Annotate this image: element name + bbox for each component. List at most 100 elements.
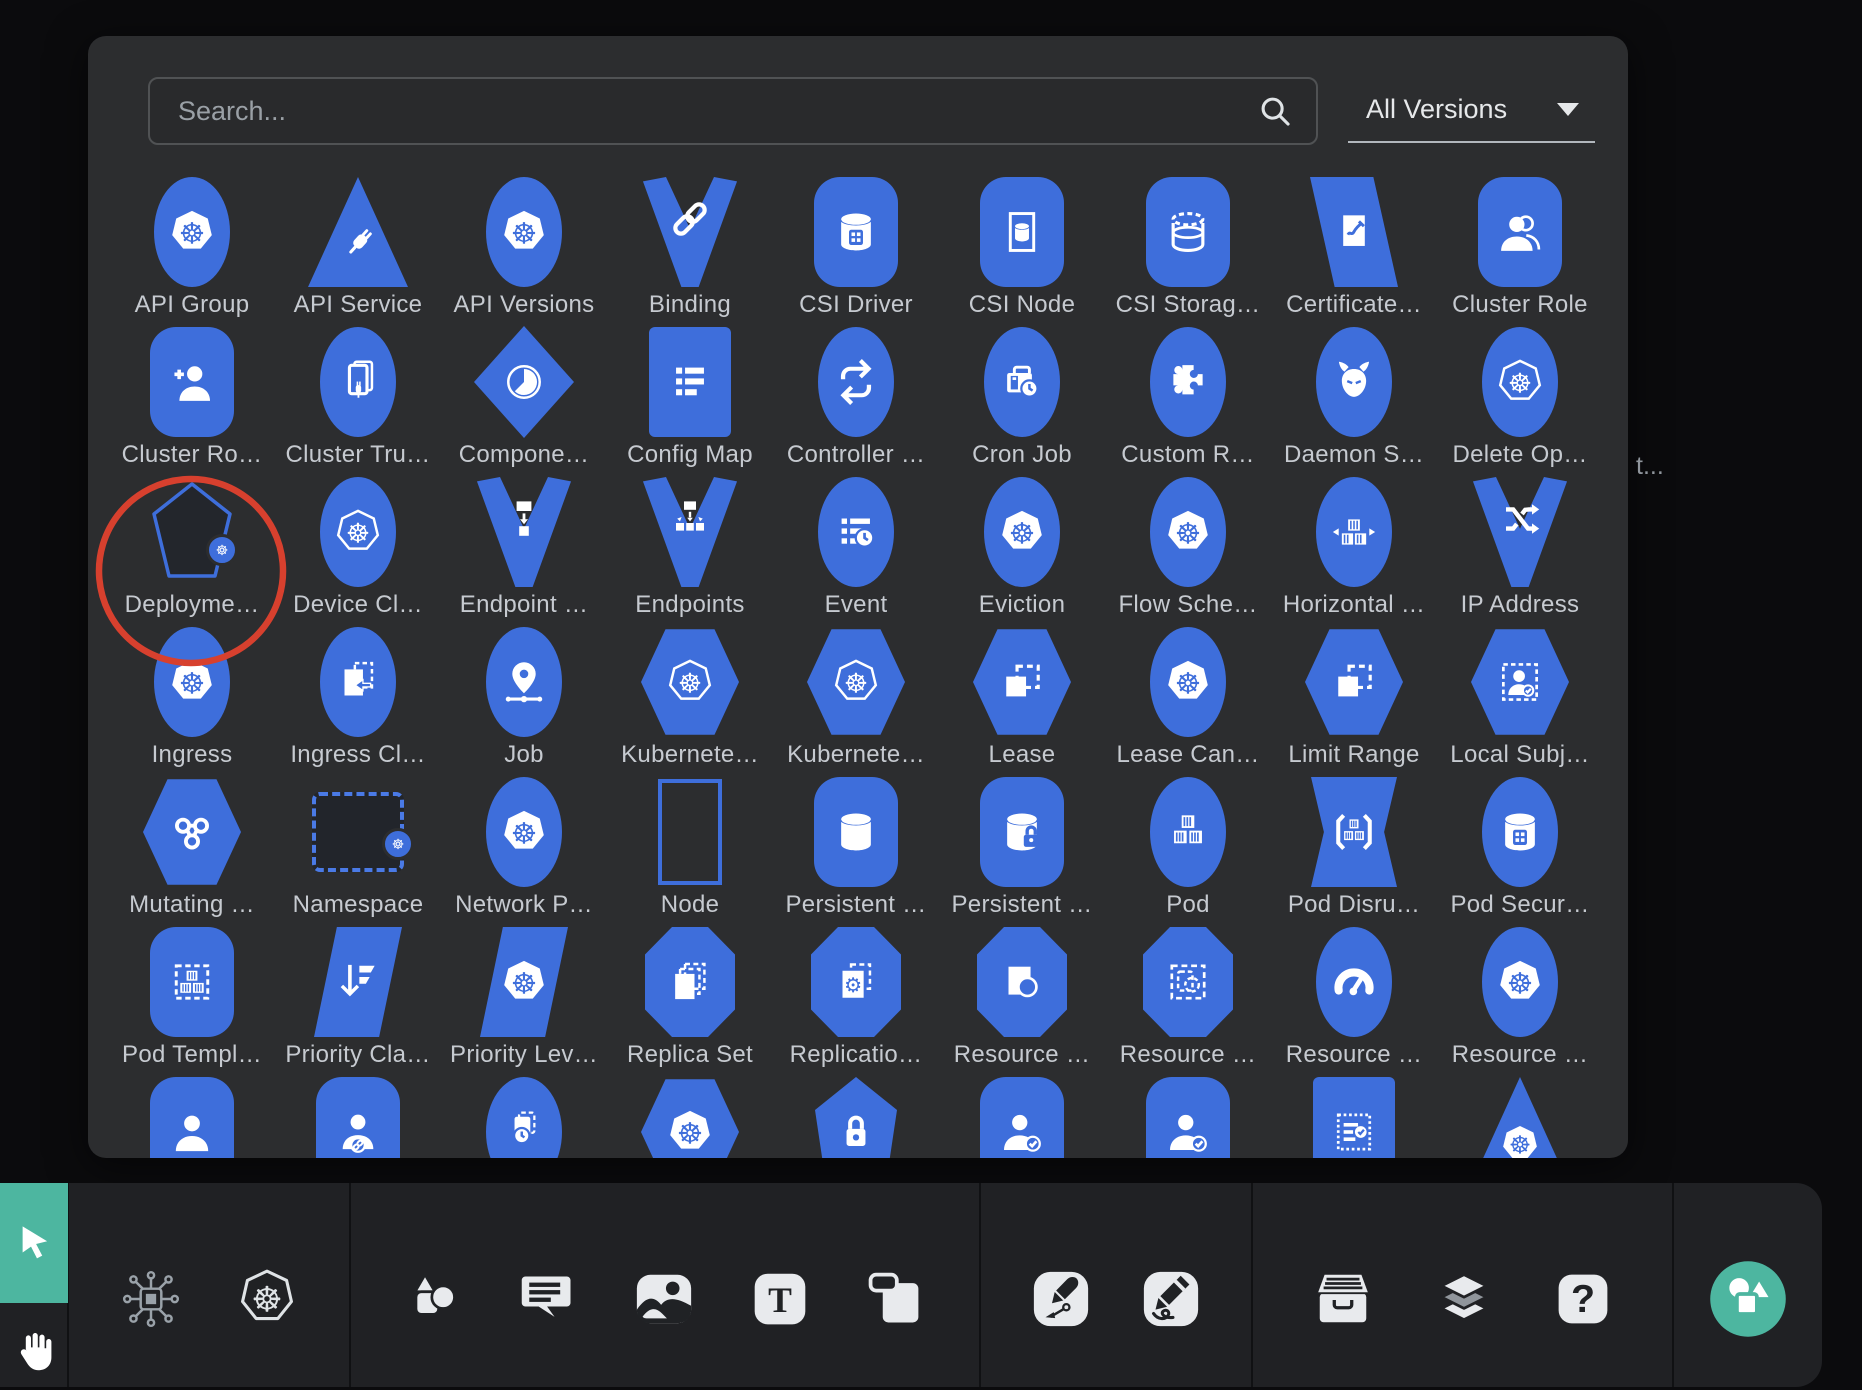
- library-item[interactable]: [441, 1076, 607, 1158]
- layers-button[interactable]: [1434, 1269, 1494, 1329]
- library-item[interactable]: [109, 1076, 275, 1158]
- eviction-item[interactable]: ☸Eviction: [939, 476, 1105, 626]
- wheelHept-icon: ☸: [474, 776, 574, 888]
- resource-item[interactable]: Resource …: [1105, 926, 1271, 1076]
- library-item[interactable]: [939, 1076, 1105, 1158]
- kubernetes-library-tool[interactable]: ☸: [234, 1266, 300, 1332]
- api-group-item[interactable]: ☸API Group: [109, 176, 275, 326]
- cluster-role-item[interactable]: Cluster Role: [1437, 176, 1603, 326]
- custom-r-item[interactable]: Custom R…: [1105, 326, 1271, 476]
- delete-op-item[interactable]: ☸Delete Op…: [1437, 326, 1603, 476]
- pen-connector-tool[interactable]: [1030, 1268, 1092, 1330]
- cursor-arrow-icon: [13, 1222, 55, 1264]
- binding-item[interactable]: Binding: [607, 176, 773, 326]
- select-tool[interactable]: [0, 1183, 68, 1303]
- config-map-item[interactable]: Config Map: [607, 326, 773, 476]
- kubernete-item[interactable]: ☸Kubernete…: [607, 626, 773, 776]
- ingress-cl-item[interactable]: Ingress Cl…: [275, 626, 441, 776]
- priority-lev-item[interactable]: ☸Priority Lev…: [441, 926, 607, 1076]
- svg-text:☸: ☸: [346, 518, 370, 549]
- library-item-label: Local Subj…: [1450, 741, 1589, 769]
- demon-icon: [1304, 326, 1404, 438]
- replica-set-item[interactable]: Replica Set: [607, 926, 773, 1076]
- pin-icon: [474, 626, 574, 738]
- library-item[interactable]: [1271, 1076, 1437, 1158]
- note-tool[interactable]: [864, 1269, 924, 1329]
- search-input[interactable]: [150, 96, 1256, 127]
- image-tool[interactable]: [633, 1268, 695, 1330]
- archive-button[interactable]: [1312, 1268, 1374, 1330]
- lease-item[interactable]: Lease: [939, 626, 1105, 776]
- api-versions-item[interactable]: ☸API Versions: [441, 176, 607, 326]
- help-button[interactable]: ?: [1553, 1269, 1613, 1329]
- cylinder-icon: [806, 776, 906, 888]
- library-item-label: Daemon S…: [1284, 441, 1424, 469]
- controller-item[interactable]: Controller …: [773, 326, 939, 476]
- version-filter-dropdown[interactable]: All Versions: [1348, 77, 1595, 143]
- ip-address-item[interactable]: IP Address: [1437, 476, 1603, 626]
- node-item[interactable]: Node: [607, 776, 773, 926]
- cluster-ro-item[interactable]: Cluster Ro…: [109, 326, 275, 476]
- comment-tool[interactable]: [518, 1269, 578, 1329]
- endpoints-item[interactable]: Endpoints: [607, 476, 773, 626]
- event-item[interactable]: Event: [773, 476, 939, 626]
- library-item[interactable]: ☸: [607, 1076, 773, 1158]
- tealShapes-icon: [1708, 1259, 1788, 1339]
- csi-driver-item[interactable]: CSI Driver: [773, 176, 939, 326]
- shapes-tool[interactable]: [406, 1270, 464, 1328]
- replicatio-item[interactable]: ⚙Replicatio…: [773, 926, 939, 1076]
- pod-secur-item[interactable]: Pod Secur…: [1437, 776, 1603, 926]
- ingress-item[interactable]: ☸Ingress: [109, 626, 275, 776]
- text-tool[interactable]: T: [750, 1269, 810, 1329]
- pencil-tool[interactable]: [1140, 1268, 1202, 1330]
- horizontal-item[interactable]: Horizontal …: [1271, 476, 1437, 626]
- csi-node-item[interactable]: CSI Node: [939, 176, 1105, 326]
- library-item-label: Kubernete…: [787, 741, 925, 769]
- pentagon-icon: ☸: [142, 476, 242, 588]
- pod-item[interactable]: Pod: [1105, 776, 1271, 926]
- library-item[interactable]: [1105, 1076, 1271, 1158]
- job-item[interactable]: Job: [441, 626, 607, 776]
- pod-disru-item[interactable]: Pod Disru…: [1271, 776, 1437, 926]
- mutating-item[interactable]: Mutating …: [109, 776, 275, 926]
- kubernete-item[interactable]: ☸Kubernete…: [773, 626, 939, 776]
- cron-job-item[interactable]: Cron Job: [939, 326, 1105, 476]
- chevron-down-icon: [1557, 103, 1579, 116]
- pod-templ-item[interactable]: Pod Templ…: [109, 926, 275, 1076]
- resource-item[interactable]: Resource …: [1271, 926, 1437, 1076]
- library-item[interactable]: ☸: [1437, 1076, 1603, 1158]
- endpoint-item[interactable]: Endpoint …: [441, 476, 607, 626]
- library-item[interactable]: [773, 1076, 939, 1158]
- library-item-label: Replicatio…: [790, 1041, 923, 1069]
- local-subj-item[interactable]: Local Subj…: [1437, 626, 1603, 776]
- shape-library-button[interactable]: [1708, 1259, 1788, 1339]
- compone-item[interactable]: Compone…: [441, 326, 607, 476]
- certificate-item[interactable]: Certificate…: [1271, 176, 1437, 326]
- personLink-icon: [308, 1076, 408, 1158]
- resource-item[interactable]: Resource …: [939, 926, 1105, 1076]
- lease-can-item[interactable]: ☸Lease Can…: [1105, 626, 1271, 776]
- deployme-item[interactable]: ☸Deployme…: [109, 476, 275, 626]
- library-item-label: Cluster Tru…: [286, 441, 431, 469]
- persistent-item[interactable]: Persistent …: [773, 776, 939, 926]
- namespace-item[interactable]: ☸Namespace: [275, 776, 441, 926]
- api-service-item[interactable]: API Service: [275, 176, 441, 326]
- puzzle-icon: [1138, 326, 1238, 438]
- flow-sche-item[interactable]: ☸Flow Sche…: [1105, 476, 1271, 626]
- network-p-item[interactable]: ☸Network P…: [441, 776, 607, 926]
- diagram-tool[interactable]: [118, 1266, 184, 1332]
- wheelHept-icon: ☸: [474, 926, 574, 1038]
- daemon-s-item[interactable]: Daemon S…: [1271, 326, 1437, 476]
- device-cl-item[interactable]: ☸Device Cl…: [275, 476, 441, 626]
- csi-storag-item[interactable]: CSI Storag…: [1105, 176, 1271, 326]
- limit-range-item[interactable]: Limit Range: [1271, 626, 1437, 776]
- resource-item[interactable]: ☸Resource …: [1437, 926, 1603, 1076]
- library-item-label: Endpoint …: [460, 591, 588, 619]
- svg-text:☸: ☸: [678, 668, 702, 699]
- cluster-tru-item[interactable]: Cluster Tru…: [275, 326, 441, 476]
- persistent-item[interactable]: Persistent …: [939, 776, 1105, 926]
- priority-cla-item[interactable]: Priority Cla…: [275, 926, 441, 1076]
- library-item[interactable]: [275, 1076, 441, 1158]
- hand-tool[interactable]: [10, 1327, 58, 1380]
- library-item-label: Pod Disru…: [1288, 891, 1420, 919]
